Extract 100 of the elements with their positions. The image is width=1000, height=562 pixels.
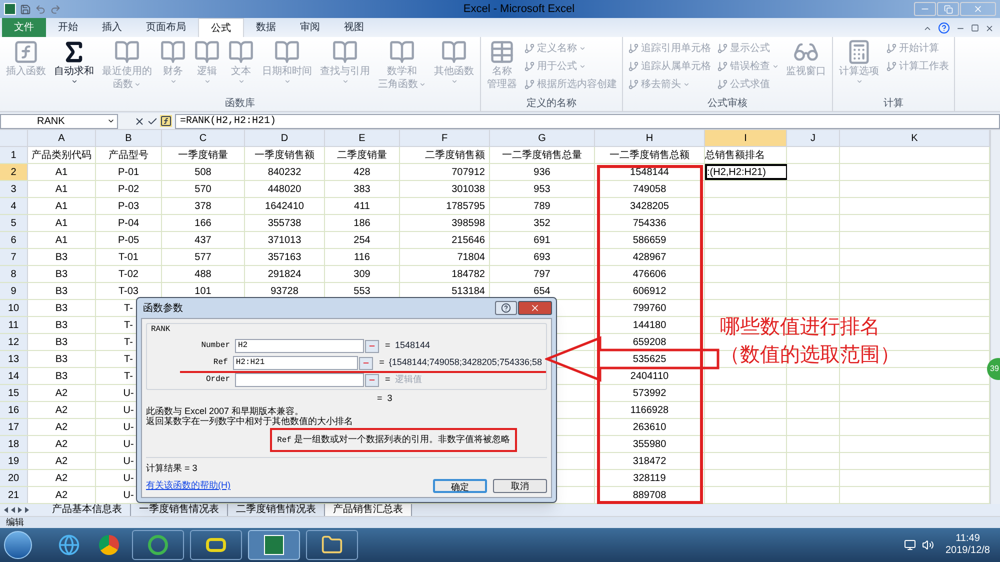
equals-sign: = [379,356,386,370]
start-button[interactable] [4,531,32,559]
network-icon[interactable] [904,539,916,551]
cell-text: 186 [354,216,370,230]
cell-text: 535625 [632,352,666,366]
vertical-scrollbar[interactable] [990,130,1000,504]
sheet-tab[interactable]: 产品销售汇总表 [325,504,412,516]
insert-function-icon[interactable] [160,115,172,127]
caret-icon [70,78,78,85]
dialog-button[interactable]: 取消 [493,479,547,493]
cell-text: 889708 [632,488,666,502]
cell-text: A2 [55,420,68,434]
name-box[interactable]: RANK [0,114,118,128]
row-header[interactable]: 12 [0,334,28,350]
cell-text: B3 [55,318,68,332]
ribbon-tab[interactable]: 审阅 [288,18,332,37]
row-header[interactable]: 13 [0,351,28,367]
close-icon[interactable] [985,24,994,32]
undo-icon[interactable] [35,4,46,14]
caret-icon [772,62,779,70]
row-header[interactable]: 17 [0,419,28,435]
browser-icon[interactable] [58,534,80,556]
collapse-button[interactable] [359,356,374,370]
cancel-icon[interactable] [134,116,145,126]
ribbon-tab[interactable]: 页面布局 [134,18,198,37]
close-button[interactable] [518,301,552,315]
row-header[interactable]: 4 [0,198,28,214]
status-text: 编辑 [6,516,24,529]
column-header[interactable]: J [787,130,840,146]
help-button[interactable] [495,301,517,315]
column-header[interactable]: B [96,130,162,146]
row-header[interactable]: 9 [0,283,28,299]
cell-text: 产品型号 [108,148,148,162]
argument-field[interactable] [235,373,364,387]
enter-icon[interactable] [147,116,158,126]
column-header[interactable]: G [490,130,595,146]
row-header[interactable]: 6 [0,232,28,248]
row-header[interactable]: 14 [0,368,28,384]
row-header[interactable]: 19 [0,453,28,469]
caret-icon [204,78,210,85]
row-header[interactable]: 11 [0,317,28,333]
taskbar-app[interactable] [132,530,184,560]
equals-sign: = [385,373,392,386]
cell-text: P-05 [118,234,140,248]
save-icon[interactable] [20,4,31,14]
cell-text: 953 [534,182,550,196]
cell-text: T-03 [118,284,138,298]
column-header[interactable]: I [705,130,787,146]
row-header[interactable]: 8 [0,266,28,282]
active-cell[interactable]: :(H2,H2:H21) [705,164,787,180]
taskbar-app[interactable] [306,530,358,560]
row-header[interactable]: 3 [0,181,28,197]
cell-text: B3 [55,250,68,264]
column-header[interactable]: C [162,130,245,146]
ribbon-tab[interactable]: 视图 [332,18,376,37]
cell-text: U- [123,420,134,434]
browser-icon[interactable] [99,535,119,555]
row-header[interactable]: 15 [0,385,28,401]
cell-text: B3 [55,352,68,366]
volume-icon[interactable] [922,539,934,551]
row-header[interactable]: 1 [0,147,28,163]
row-header[interactable]: 2 [0,164,28,180]
row-header[interactable]: 16 [0,402,28,418]
cell-text: 371013 [268,234,302,248]
ribbon-tab[interactable]: 开始 [46,18,90,37]
function-name: RANK [151,324,172,336]
column-header[interactable]: F [400,130,490,146]
restore-icon[interactable] [971,24,979,32]
row-header[interactable]: 18 [0,436,28,452]
help-icon[interactable] [938,22,950,34]
collapse-button[interactable] [365,340,379,352]
column-header[interactable]: E [325,130,400,146]
taskbar-app[interactable] [190,530,242,560]
restore-button[interactable] [937,2,959,16]
ribbon-tab[interactable]: 公式 [198,18,244,37]
ribbon-tab[interactable]: 插入 [90,18,134,37]
dialog-button[interactable]: 确定 [433,479,487,493]
row-header[interactable]: 20 [0,470,28,486]
ribbon-tab[interactable]: 文件 [2,18,46,37]
cell-text: 一季度销量 [178,148,228,162]
cell-text: 357163 [268,250,302,264]
row-header[interactable]: 21 [0,487,28,503]
column-header[interactable]: A [28,130,96,146]
column-header[interactable]: D [245,130,325,146]
argument-field[interactable]: H2:H21 [232,356,358,370]
collapse-button[interactable] [365,374,379,386]
cell-text: P-03 [118,200,140,214]
caret-icon [419,81,426,88]
argument-field[interactable]: H2 [235,339,364,353]
help-link[interactable]: 有关该函数的帮助(H) [146,479,427,493]
row-header[interactable]: 5 [0,215,28,231]
cell-text: 产品类别代码 [32,148,92,162]
cell-text: A1 [55,234,68,248]
formula-field[interactable]: =RANK(H2,H2:H21) [175,114,1000,128]
taskbar-app[interactable] [248,530,300,560]
ribbon-tab[interactable]: 数据 [244,18,288,37]
ribbon-button[interactable]: 自动求和 [51,37,97,97]
row-header[interactable]: 7 [0,249,28,265]
redo-icon[interactable] [50,4,61,14]
row-header[interactable]: 10 [0,300,28,316]
